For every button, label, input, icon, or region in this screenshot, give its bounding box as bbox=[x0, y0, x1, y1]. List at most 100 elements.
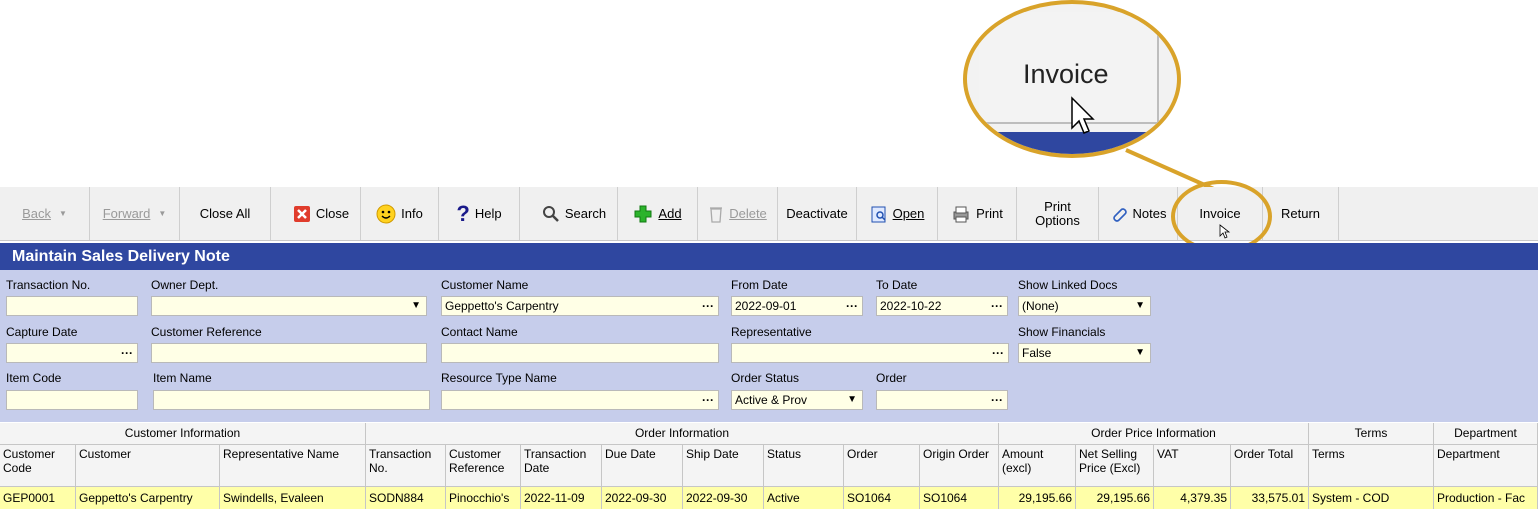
customer-name-field[interactable]: Geppetto's Carpentry ··· bbox=[441, 296, 719, 316]
owner-dept-label: Owner Dept. bbox=[151, 278, 219, 292]
column-header-vat[interactable]: VAT bbox=[1154, 445, 1231, 486]
show-linked-docs-label: Show Linked Docs bbox=[1018, 278, 1118, 292]
back-label: Back bbox=[22, 206, 51, 221]
column-header-transaction-no[interactable]: Transaction No. bbox=[366, 445, 446, 486]
ellipsis-lookup-icon[interactable]: ··· bbox=[991, 391, 1003, 409]
group-customer-information: Customer Information bbox=[0, 423, 366, 444]
open-button[interactable]: Open bbox=[857, 187, 938, 240]
deactivate-button[interactable]: Deactivate bbox=[778, 187, 857, 240]
table-row[interactable]: GEP0001 Geppetto's Carpentry Swindells, … bbox=[0, 487, 1538, 509]
column-header-order[interactable]: Order bbox=[844, 445, 920, 486]
dropdown-arrow-icon[interactable]: ▼ bbox=[411, 297, 421, 315]
ellipsis-date-picker-icon[interactable]: ··· bbox=[846, 297, 858, 315]
ellipsis-lookup-icon[interactable]: ··· bbox=[702, 297, 714, 315]
column-header-ship-date[interactable]: Ship Date bbox=[683, 445, 764, 486]
close-all-label: Close All bbox=[199, 206, 251, 221]
column-header-customer[interactable]: Customer bbox=[76, 445, 220, 486]
to-date-field[interactable]: 2022-10-22 ··· bbox=[876, 296, 1008, 316]
forward-label: Forward bbox=[102, 206, 151, 221]
column-header-terms[interactable]: Terms bbox=[1309, 445, 1434, 486]
representative-field[interactable]: ··· bbox=[731, 343, 1009, 363]
show-financials-select[interactable]: False ▼ bbox=[1018, 343, 1151, 363]
page-title: Maintain Sales Delivery Note bbox=[0, 243, 1538, 270]
close-all-button[interactable]: Close All bbox=[180, 187, 271, 240]
ellipsis-lookup-icon[interactable]: ··· bbox=[702, 391, 714, 409]
show-linked-docs-value: (None) bbox=[1022, 299, 1059, 313]
delete-button[interactable]: Delete bbox=[698, 187, 778, 240]
column-header-net-selling-price[interactable]: Net Selling Price (Excl) bbox=[1076, 445, 1154, 486]
resource-type-name-field[interactable]: ··· bbox=[441, 390, 719, 410]
cell-net-selling-price: 29,195.66 bbox=[1076, 487, 1154, 509]
ellipsis-date-picker-icon[interactable]: ··· bbox=[121, 344, 133, 362]
item-name-field[interactable] bbox=[153, 390, 430, 410]
ellipsis-date-picker-icon[interactable]: ··· bbox=[991, 297, 1003, 315]
grid-column-header: Customer Code Customer Representative Na… bbox=[0, 445, 1538, 487]
back-button[interactable]: Back ▼ bbox=[0, 187, 90, 240]
notes-label: Notes bbox=[1132, 206, 1167, 221]
from-date-field[interactable]: 2022-09-01 ··· bbox=[731, 296, 863, 316]
item-code-field[interactable] bbox=[6, 390, 138, 410]
add-label: Add bbox=[658, 206, 682, 221]
print-options-label-line2: Options bbox=[1035, 212, 1080, 228]
column-header-customer-code[interactable]: Customer Code bbox=[0, 445, 76, 486]
cell-amount-excl: 29,195.66 bbox=[999, 487, 1076, 509]
column-header-transaction-date[interactable]: Transaction Date bbox=[521, 445, 602, 486]
open-document-icon bbox=[870, 205, 888, 223]
item-name-label: Item Name bbox=[153, 371, 212, 385]
column-header-representative-name[interactable]: Representative Name bbox=[220, 445, 366, 486]
print-options-button[interactable]: Print Options bbox=[1017, 187, 1099, 240]
dropdown-arrow-icon[interactable]: ▼ bbox=[1135, 344, 1145, 362]
cell-terms: System - COD bbox=[1309, 487, 1434, 509]
column-header-status[interactable]: Status bbox=[764, 445, 844, 486]
search-button[interactable]: Search bbox=[531, 187, 618, 240]
cell-status: Active bbox=[764, 487, 844, 509]
order-field[interactable]: ··· bbox=[876, 390, 1008, 410]
notes-button[interactable]: Notes bbox=[1099, 187, 1178, 240]
to-date-value: 2022-10-22 bbox=[880, 299, 942, 313]
owner-dept-select[interactable]: ▼ bbox=[151, 296, 427, 316]
transaction-no-field[interactable] bbox=[6, 296, 138, 316]
deactivate-label: Deactivate bbox=[786, 206, 848, 221]
info-button[interactable]: Info bbox=[361, 187, 439, 240]
return-button[interactable]: Return bbox=[1263, 187, 1339, 240]
cell-origin-order: SO1064 bbox=[920, 487, 999, 509]
plus-icon bbox=[633, 204, 653, 224]
forward-button[interactable]: Forward ▼ bbox=[90, 187, 180, 240]
order-status-select[interactable]: Active & Prov ▼ bbox=[731, 390, 863, 410]
customer-reference-field[interactable] bbox=[151, 343, 427, 363]
print-button[interactable]: Print bbox=[938, 187, 1017, 240]
help-button[interactable]: ? Help bbox=[439, 187, 520, 240]
question-mark-icon: ? bbox=[456, 200, 470, 226]
column-header-department[interactable]: Department bbox=[1434, 445, 1538, 486]
group-department: Department bbox=[1434, 423, 1538, 444]
column-header-order-total[interactable]: Order Total bbox=[1231, 445, 1309, 486]
close-button[interactable]: Close bbox=[282, 187, 361, 240]
close-label: Close bbox=[315, 206, 350, 221]
dropdown-arrow-icon[interactable]: ▼ bbox=[847, 391, 857, 409]
from-date-value: 2022-09-01 bbox=[735, 299, 797, 313]
show-financials-value: False bbox=[1022, 346, 1052, 360]
order-status-value: Active & Prov bbox=[735, 393, 808, 407]
contact-name-field[interactable] bbox=[441, 343, 719, 363]
forward-dropdown-icon[interactable]: ▼ bbox=[158, 209, 166, 218]
cell-transaction-date: 2022-11-09 bbox=[521, 487, 602, 509]
dropdown-arrow-icon[interactable]: ▼ bbox=[1135, 297, 1145, 315]
pointer-cursor-icon bbox=[1219, 224, 1231, 239]
help-label: Help bbox=[474, 206, 502, 221]
delete-label: Delete bbox=[729, 206, 767, 221]
column-header-amount-excl[interactable]: Amount (excl) bbox=[999, 445, 1076, 486]
show-linked-docs-select[interactable]: (None) ▼ bbox=[1018, 296, 1151, 316]
column-header-origin-order[interactable]: Origin Order bbox=[920, 445, 999, 486]
cell-order-total: 33,575.01 bbox=[1231, 487, 1309, 509]
back-dropdown-icon[interactable]: ▼ bbox=[59, 209, 67, 218]
print-label: Print bbox=[976, 206, 1003, 221]
printer-icon bbox=[951, 205, 971, 223]
cell-customer-code: GEP0001 bbox=[0, 487, 76, 509]
column-header-due-date[interactable]: Due Date bbox=[602, 445, 683, 486]
capture-date-field[interactable]: ··· bbox=[6, 343, 138, 363]
add-button[interactable]: Add bbox=[618, 187, 698, 240]
cell-customer-reference: Pinocchio's bbox=[446, 487, 521, 509]
ellipsis-lookup-icon[interactable]: ··· bbox=[992, 344, 1004, 362]
column-header-customer-reference[interactable]: Customer Reference bbox=[446, 445, 521, 486]
grid-group-header: Customer Information Order Information O… bbox=[0, 423, 1538, 445]
